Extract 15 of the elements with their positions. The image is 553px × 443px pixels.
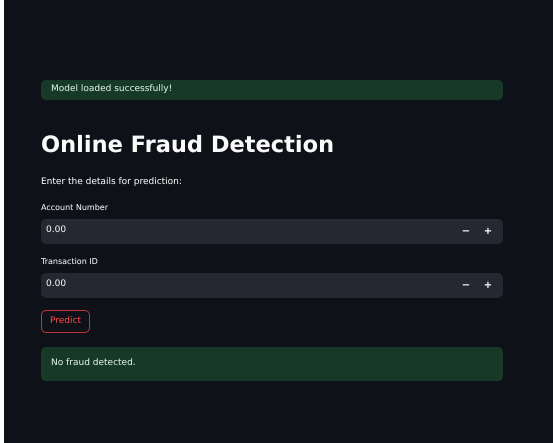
number-input[interactable]: 0.00 − +: [41, 272, 503, 298]
increment-button[interactable]: +: [477, 224, 499, 238]
decrement-button[interactable]: −: [455, 224, 477, 238]
result-alert: No fraud detected.: [41, 347, 503, 381]
success-alert: Model loaded successfully!: [41, 80, 503, 100]
instruction-text: Enter the details for prediction:: [41, 176, 183, 189]
increment-button[interactable]: +: [477, 278, 499, 292]
number-field[interactable]: 0.00: [46, 224, 455, 238]
field-label: Account Number: [41, 202, 109, 214]
predict-button[interactable]: Predict: [41, 310, 90, 333]
number-input[interactable]: 0.00 − +: [41, 218, 503, 244]
decrement-button[interactable]: −: [455, 278, 477, 292]
page-title: Online Fraud Detection: [41, 131, 336, 160]
field-label: Transaction ID: [41, 256, 99, 268]
number-field[interactable]: 0.00: [46, 278, 455, 292]
